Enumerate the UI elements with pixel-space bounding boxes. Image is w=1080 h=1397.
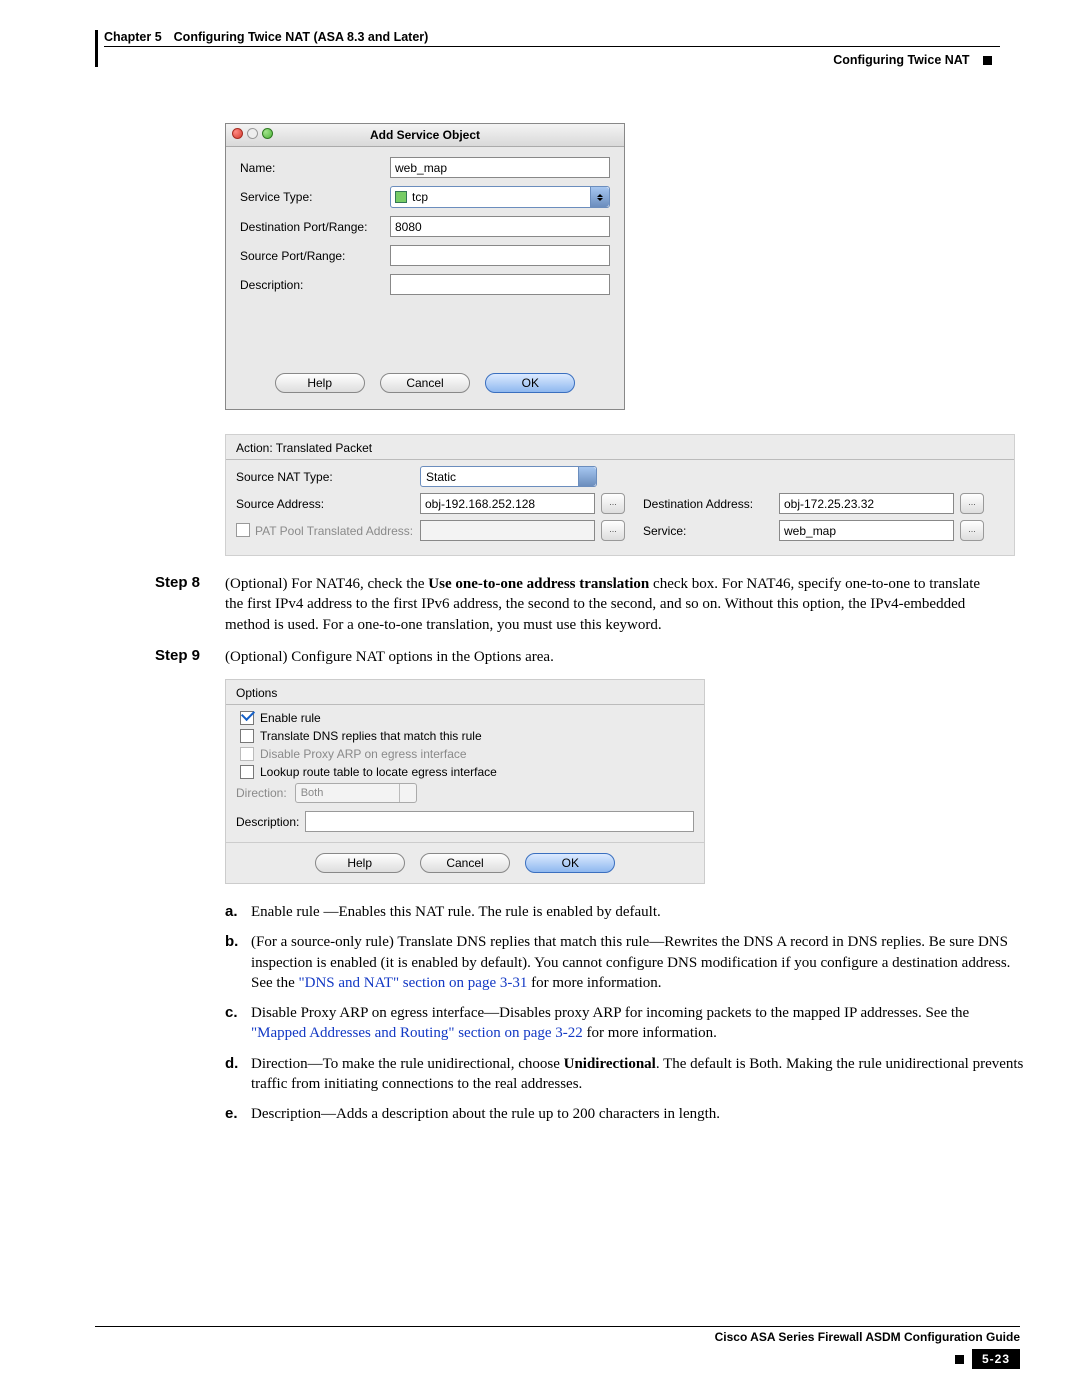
source-address-picker[interactable]: ... [601, 493, 625, 514]
description-input[interactable] [390, 274, 610, 295]
source-address-input[interactable] [420, 493, 595, 514]
dialog-title: Add Service Object [370, 128, 480, 142]
dest-port-label: Destination Port/Range: [240, 220, 390, 234]
item-b-mark: b. [225, 932, 251, 993]
add-service-object-dialog: Add Service Object Name: Service Type: t… [225, 123, 625, 410]
item-d-mark: d. [225, 1054, 251, 1095]
page-number: 5-23 [972, 1349, 1020, 1369]
service-type-label: Service Type: [240, 190, 390, 204]
help-button[interactable]: Help [275, 373, 365, 393]
zoom-icon[interactable] [262, 128, 273, 139]
options-panel: Options Enable rule Translate DNS replie… [225, 679, 705, 884]
source-nat-type-select[interactable]: Static [420, 466, 597, 487]
options-title: Options [236, 686, 694, 700]
cancel-button[interactable]: Cancel [380, 373, 470, 393]
service-input[interactable] [779, 520, 954, 541]
chapter-number: Chapter 5 [104, 30, 162, 44]
cancel-button[interactable]: Cancel [420, 853, 510, 873]
enable-rule-checkbox[interactable] [240, 711, 254, 725]
tcp-icon [395, 191, 407, 203]
item-d-text: Direction—To make the rule unidirectiona… [251, 1054, 1025, 1095]
service-picker[interactable]: ... [960, 520, 984, 541]
mapped-addresses-link[interactable]: "Mapped Addresses and Routing" section o… [251, 1025, 583, 1041]
pat-pool-picker: ... [601, 520, 625, 541]
enable-rule-label: Enable rule [260, 711, 321, 725]
description-label: Description: [236, 815, 299, 829]
translate-dns-label: Translate DNS replies that match this ru… [260, 729, 482, 743]
step-9-label: Step 9 [155, 647, 225, 667]
src-port-input[interactable] [390, 245, 610, 266]
guide-title: Cisco ASA Series Firewall ASDM Configura… [95, 1327, 1020, 1344]
service-type-value: tcp [412, 190, 428, 204]
disable-proxy-arp-label: Disable Proxy ARP on egress interface [260, 747, 467, 761]
name-label: Name: [240, 161, 390, 175]
lookup-route-label: Lookup route table to locate egress inte… [260, 765, 497, 779]
name-input[interactable] [390, 157, 610, 178]
item-c-mark: c. [225, 1003, 251, 1044]
dest-address-picker[interactable]: ... [960, 493, 984, 514]
dest-address-label: Destination Address: [643, 497, 773, 511]
description-input[interactable] [305, 811, 694, 832]
translated-packet-panel: Action: Translated Packet Source NAT Typ… [225, 434, 1015, 556]
minimize-icon [247, 128, 258, 139]
chevron-updown-icon [590, 187, 609, 207]
panel-title: Action: Translated Packet [236, 441, 1004, 455]
item-e-text: Description—Adds a description about the… [251, 1104, 1025, 1124]
ok-button[interactable]: OK [525, 853, 615, 873]
src-port-label: Source Port/Range: [240, 249, 390, 263]
disable-proxy-arp-checkbox [240, 747, 254, 761]
translate-dns-checkbox[interactable] [240, 729, 254, 743]
source-nat-type-label: Source NAT Type: [236, 470, 414, 484]
chapter-title: Configuring Twice NAT (ASA 8.3 and Later… [174, 30, 429, 44]
direction-value: Both [301, 787, 324, 799]
close-icon[interactable] [232, 128, 243, 139]
chevron-updown-icon [399, 784, 416, 802]
service-type-select[interactable]: tcp [390, 186, 610, 208]
dns-nat-link[interactable]: "DNS and NAT" section on page 3-31 [298, 975, 527, 991]
pat-pool-label: PAT Pool Translated Address: [255, 524, 413, 538]
service-label: Service: [643, 524, 773, 538]
item-b-text: (For a source-only rule) Translate DNS r… [251, 932, 1025, 993]
item-a-text: Enable rule —Enables this NAT rule. The … [251, 902, 1025, 922]
dest-port-input[interactable] [390, 216, 610, 237]
item-e-mark: e. [225, 1104, 251, 1124]
help-button[interactable]: Help [315, 853, 405, 873]
description-label: Description: [240, 278, 390, 292]
chevron-updown-icon [578, 467, 596, 486]
header-square-icon [983, 56, 992, 65]
footer-square-icon [955, 1355, 964, 1364]
step-8-text: (Optional) For NAT46, check the Use one-… [225, 574, 1000, 635]
lookup-route-checkbox[interactable] [240, 765, 254, 779]
section-name: Configuring Twice NAT [833, 53, 969, 67]
ok-button[interactable]: OK [485, 373, 575, 393]
source-nat-type-value: Static [426, 470, 456, 484]
pat-pool-checkbox [236, 523, 250, 537]
dest-address-input[interactable] [779, 493, 954, 514]
step-8-label: Step 8 [155, 574, 225, 635]
item-c-text: Disable Proxy ARP on egress interface—Di… [251, 1003, 1025, 1044]
source-address-label: Source Address: [236, 497, 414, 511]
pat-pool-input [420, 520, 595, 541]
step-9-text: (Optional) Configure NAT options in the … [225, 647, 1000, 667]
direction-label: Direction: [236, 786, 287, 800]
direction-select: Both [295, 783, 417, 803]
item-a-mark: a. [225, 902, 251, 922]
